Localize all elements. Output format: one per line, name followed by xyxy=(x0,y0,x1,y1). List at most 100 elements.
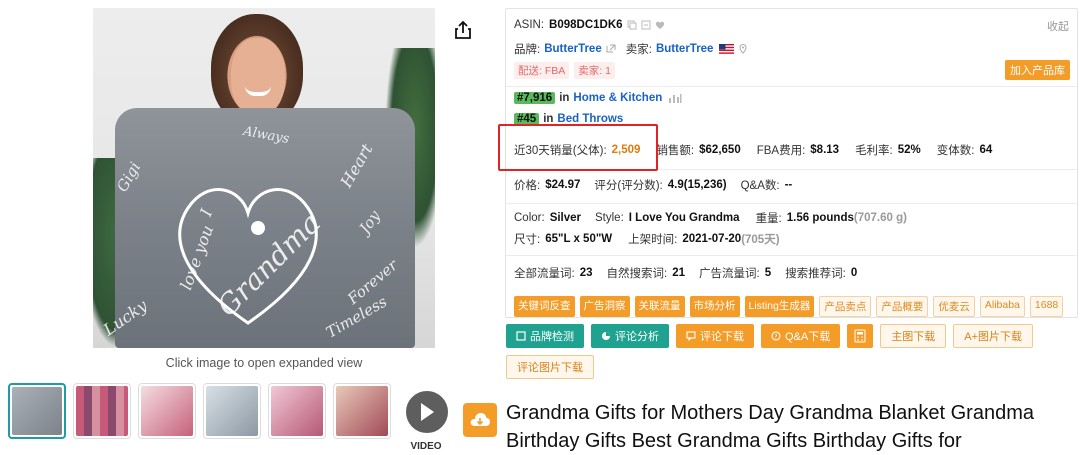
play-icon xyxy=(404,389,450,435)
keyword-reverse-button[interactable]: 关键词反查 xyxy=(514,296,575,317)
price-value: $24.97 xyxy=(545,179,581,191)
related-traffic-button[interactable]: 关联流量 xyxy=(634,296,685,317)
review-analysis-label: 评论分析 xyxy=(615,331,659,343)
rank-row-1: #7,916 in Home & Kitchen xyxy=(514,92,682,104)
rank-in-2: in xyxy=(543,113,554,125)
action-bar: 品牌检测 评论分析 评论下载 ? Q&A下载 主图下载 A+图片下载 xyxy=(506,324,1066,348)
us-flag-icon xyxy=(719,44,735,54)
brand-link[interactable]: ButterTree xyxy=(544,43,602,55)
brand-check-label: 品牌检测 xyxy=(530,331,574,343)
asin-row: ASIN: B098DC1DK6 xyxy=(514,19,665,31)
listing-generator-button[interactable]: Listing生成器 xyxy=(744,296,815,317)
favorite-heart-icon[interactable] xyxy=(655,20,665,30)
recommend-label: 搜索推荐词: xyxy=(785,268,846,280)
location-icon[interactable] xyxy=(738,44,748,54)
margin-label: 毛利率: xyxy=(855,145,893,157)
video-thumbnail[interactable] xyxy=(398,383,456,439)
copy-link-icon[interactable] xyxy=(641,20,651,30)
thumbnail-3[interactable] xyxy=(138,383,196,439)
rank-category-2[interactable]: Bed Throws xyxy=(557,113,623,125)
sales-row: 近30天销量(父体): 2,509 销售额: $62,650 FBA费用: $8… xyxy=(514,142,992,158)
rank-in-1: in xyxy=(559,92,570,104)
traffic-label: 全部流量词: xyxy=(514,268,575,280)
launch-value: 2021-07-20 xyxy=(682,233,742,245)
tag-row: 配送: FBA 卖家: 1 xyxy=(514,62,620,79)
weight-label: 重量: xyxy=(755,213,782,225)
thumbnail-5-image xyxy=(271,386,323,436)
add-to-library-button[interactable]: 加入产品库 xyxy=(1005,60,1070,80)
collapse-button[interactable]: 收起 xyxy=(1047,18,1069,34)
ad-insight-button[interactable]: 广告洞察 xyxy=(579,296,630,317)
size-value: 65"L x 50"W xyxy=(545,233,613,245)
review-download-button[interactable]: 评论下载 xyxy=(676,324,754,348)
cloud-download-icon[interactable] xyxy=(463,403,497,437)
size-label: 尺寸: xyxy=(514,234,541,246)
rank-category-1[interactable]: Home & Kitchen xyxy=(573,92,662,104)
rating-value: 4.9(15,236) xyxy=(667,179,727,191)
checkbox-icon xyxy=(516,331,526,341)
brand-row: 品牌: ButterTree 卖家: ButterTree xyxy=(514,41,748,57)
aplus-image-download-button[interactable]: A+图片下载 xyxy=(953,324,1033,348)
product-summary-button[interactable]: 产品概要 xyxy=(876,296,929,317)
qa-download-button[interactable]: ? Q&A下载 xyxy=(761,324,841,348)
launch-days: (705天) xyxy=(741,234,780,246)
asin-value[interactable]: B098DC1DK6 xyxy=(549,19,623,31)
product-title: Grandma Gifts for Mothers Day Grandma Bl… xyxy=(506,402,1034,452)
traffic-row: 全部流量词: 23 自然搜索词: 21 广告流量词: 5 搜索推荐词: 0 xyxy=(514,265,857,281)
ads-label: 广告流量词: xyxy=(699,268,760,280)
price-label: 价格: xyxy=(514,180,541,192)
rank-row-2: #45 in Bed Throws xyxy=(514,113,623,125)
thumbnail-1[interactable] xyxy=(8,383,66,439)
market-analysis-button[interactable]: 市场分析 xyxy=(689,296,740,317)
1688-button[interactable]: 1688 xyxy=(1029,296,1064,317)
color-label: Color: xyxy=(514,212,545,224)
tool-tag-row: 关键词反查 广告洞察 关联流量 市场分析 Listing生成器 产品卖点 产品概… xyxy=(514,296,1064,317)
thumbnail-5[interactable] xyxy=(268,383,326,439)
share-button[interactable] xyxy=(450,17,476,43)
divider xyxy=(506,203,1077,204)
price-row: 价格: $24.97 评分(评分数): 4.9(15,236) Q&A数: -- xyxy=(514,177,792,193)
svg-text:?: ? xyxy=(774,334,777,341)
thumbnail-4[interactable] xyxy=(203,383,261,439)
rank-badge-2: #45 xyxy=(514,113,540,125)
fba-fee-label: FBA费用: xyxy=(756,145,806,157)
review-download-label: 评论下载 xyxy=(700,331,744,343)
divider xyxy=(506,169,1077,170)
thumbnail-6[interactable] xyxy=(333,383,391,439)
seller-link[interactable]: ButterTree xyxy=(656,43,714,55)
thumbnail-2-image xyxy=(76,386,128,436)
product-info-panel: ASIN: B098DC1DK6 收起 品牌: ButterTree 卖家: B… xyxy=(505,8,1078,318)
fba-tag: 配送: FBA xyxy=(514,62,570,79)
copy-icon[interactable] xyxy=(627,20,637,30)
thumbnail-6-image xyxy=(336,386,388,436)
main-image-download-button[interactable]: 主图下载 xyxy=(880,324,947,348)
alibaba-button[interactable]: Alibaba xyxy=(979,296,1025,317)
review-analysis-button[interactable]: 评论分析 xyxy=(591,324,669,348)
attributes-row: Color: Silver Style: I Love You Grandma … xyxy=(514,210,907,226)
brand-check-button[interactable]: 品牌检测 xyxy=(506,324,584,348)
sales30-value: 2,509 xyxy=(611,144,641,156)
thumbnail-3-image xyxy=(141,386,193,436)
calculator-button[interactable] xyxy=(847,324,874,348)
review-image-download-button[interactable]: 评论图片下载 xyxy=(506,355,594,379)
qa-download-label: Q&A下载 xyxy=(785,331,831,343)
brand-label: 品牌: xyxy=(514,44,541,56)
ads-value: 5 xyxy=(764,267,772,279)
youmaiyun-button[interactable]: 优麦云 xyxy=(933,296,975,317)
seller-label: 卖家: xyxy=(625,44,652,56)
calculator-icon xyxy=(854,329,866,343)
rating-label: 评分(评分数): xyxy=(594,180,663,192)
fba-fee-value: $8.13 xyxy=(810,144,840,156)
weight-value: 1.56 pounds xyxy=(786,212,854,224)
selling-points-button[interactable]: 产品卖点 xyxy=(819,296,872,317)
thumbnail-2[interactable] xyxy=(73,383,131,439)
product-main-image[interactable]: I love you Grandma Heart Lucky Forever T… xyxy=(93,8,435,348)
external-link-icon[interactable] xyxy=(606,44,616,54)
bar-chart-icon[interactable] xyxy=(668,93,682,103)
variants-label: 变体数: xyxy=(936,145,975,157)
color-value: Silver xyxy=(549,212,582,224)
video-label: VIDEO xyxy=(410,441,442,452)
revenue-value: $62,650 xyxy=(699,144,741,156)
model-face xyxy=(231,38,285,116)
qa-label: Q&A数: xyxy=(740,180,780,192)
